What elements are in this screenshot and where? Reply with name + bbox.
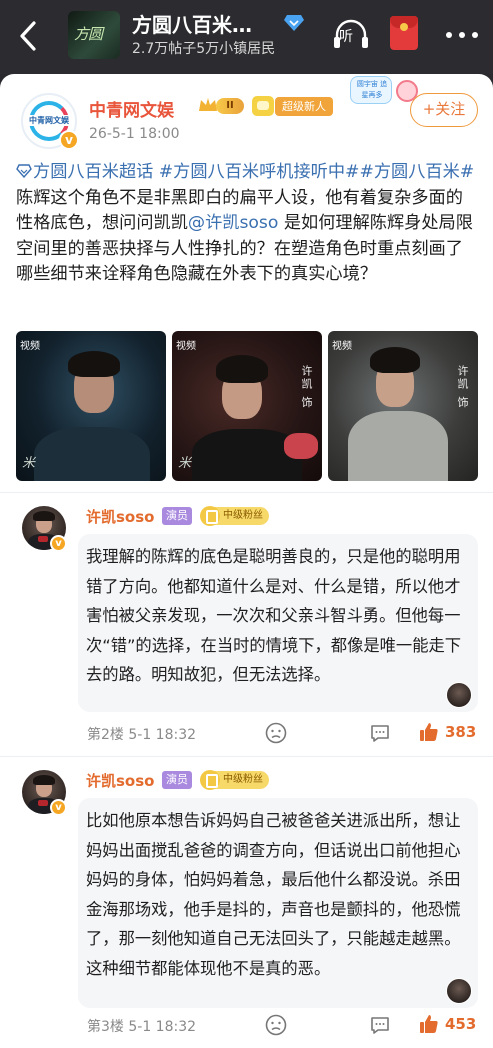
like-icon[interactable]: [418, 1013, 440, 1035]
like-count: 453: [445, 1015, 477, 1033]
listen-label: 听: [339, 29, 353, 45]
video-logo: 米: [22, 456, 36, 471]
floor-time: 第3楼 5-1 18:32: [87, 1019, 197, 1035]
decoration-sticker: 圆宇宙 追星再多: [350, 74, 418, 106]
comment-bubble: 我理解的陈辉的底色是聪明善良的，只是他的聪明用错了方向。他都知道什么是对、什么是…: [78, 534, 478, 712]
video-role-name: 许凯 饰: [456, 365, 469, 410]
follow-button[interactable]: +关注: [410, 93, 478, 127]
verified-badge-icon: v: [50, 535, 67, 552]
level-badge: II: [216, 98, 244, 114]
actor-badge: 演员: [162, 771, 192, 789]
group-title[interactable]: 方圆八百米…: [132, 9, 252, 38]
commenter-name[interactable]: 许凯soso: [86, 770, 154, 791]
dislike-icon[interactable]: [265, 1014, 287, 1036]
newcomer-icon: [252, 96, 274, 116]
hashtag-link[interactable]: #方圆八百米呼机接听中##方圆八百米#: [159, 162, 474, 182]
comment-text: 比如他原本想告诉妈妈自己被爸爸关进派出所，想让妈妈出面搅乱爸爸的调查方向，但话说…: [86, 811, 461, 978]
fan-heart-icon: [200, 506, 220, 526]
fan-level-badge: 中级粉丝: [214, 507, 269, 525]
super-topic-diamond-icon: [16, 164, 32, 178]
mention-link[interactable]: @许凯soso: [188, 213, 279, 233]
floor-time: 第2楼 5-1 18:32: [87, 727, 197, 743]
video-tag: 视频: [20, 341, 40, 352]
top-bar: 方圆 方圆八百米… 2.7万帖子5万小镇居民 听: [0, 0, 493, 74]
verified-badge-icon: v: [50, 799, 67, 816]
bubble-avatar-icon: [446, 978, 472, 1004]
super-topic-label: 方圆八百米超话: [33, 162, 159, 182]
more-dots-icon[interactable]: [444, 32, 480, 40]
actor-badge: 演员: [162, 507, 192, 525]
like-icon[interactable]: [418, 721, 440, 743]
poster-name[interactable]: 中青网文娱: [89, 96, 174, 121]
newcomer-badge: 超级新人: [275, 97, 333, 116]
crown-level-icon: II: [198, 96, 246, 116]
divider: [0, 492, 493, 493]
comment-bubble: 比如他原本想告诉妈妈自己被爸爸关进派出所，想让妈妈出面搅乱爸爸的调查方向，但话说…: [78, 798, 478, 1008]
poster-avatar-text: 中青网文娱: [25, 115, 73, 126]
video-tag: 视频: [332, 341, 352, 352]
group-stats: 2.7万帖子5万小镇居民: [132, 41, 276, 57]
bubble-avatar-icon: [446, 682, 472, 708]
post-card: 中青网文娱 v 中青网文娱 II 超级新人 26-5-1 18:00 圆宇宙 追…: [0, 74, 493, 1048]
diamond-icon: [283, 13, 305, 33]
verified-badge-icon: v: [59, 130, 79, 150]
dislike-icon[interactable]: [265, 722, 287, 744]
commenter-name[interactable]: 许凯soso: [86, 506, 154, 527]
video-role-name: 许凯 饰: [300, 365, 313, 410]
back-chevron-icon[interactable]: [14, 18, 44, 54]
divider: [0, 756, 493, 757]
video-thumbnail[interactable]: 视频 米: [16, 331, 166, 481]
comment-icon[interactable]: [369, 722, 391, 744]
video-tag: 视频: [176, 341, 196, 352]
comment-text: 我理解的陈辉的底色是聪明善良的，只是他的聪明用错了方向。他都知道什么是对、什么是…: [86, 547, 462, 685]
comment-icon[interactable]: [369, 1014, 391, 1036]
video-logo: 米: [178, 456, 192, 471]
video-thumbnail[interactable]: 视频 许凯 饰 米: [172, 331, 322, 481]
super-topic-link[interactable]: 方圆八百米超话: [16, 162, 159, 182]
group-avatar[interactable]: 方圆: [68, 11, 120, 59]
video-thumbnail[interactable]: 视频 许凯 饰: [328, 331, 478, 481]
fan-level-badge: 中级粉丝: [214, 771, 269, 789]
like-count: 383: [445, 723, 477, 741]
sticker-text: 圆宇宙 追星再多: [356, 80, 388, 99]
fan-heart-icon: [200, 770, 220, 790]
red-envelope-icon[interactable]: [390, 16, 418, 50]
group-avatar-logo: 方圆: [74, 25, 103, 43]
listen-icon[interactable]: 听: [332, 16, 370, 54]
post-time: 26-5-1 18:00: [89, 126, 180, 142]
post-body: 方圆八百米超话 #方圆八百米呼机接听中##方圆八百米# 陈辉这个角色不是非黑即白…: [16, 160, 478, 288]
